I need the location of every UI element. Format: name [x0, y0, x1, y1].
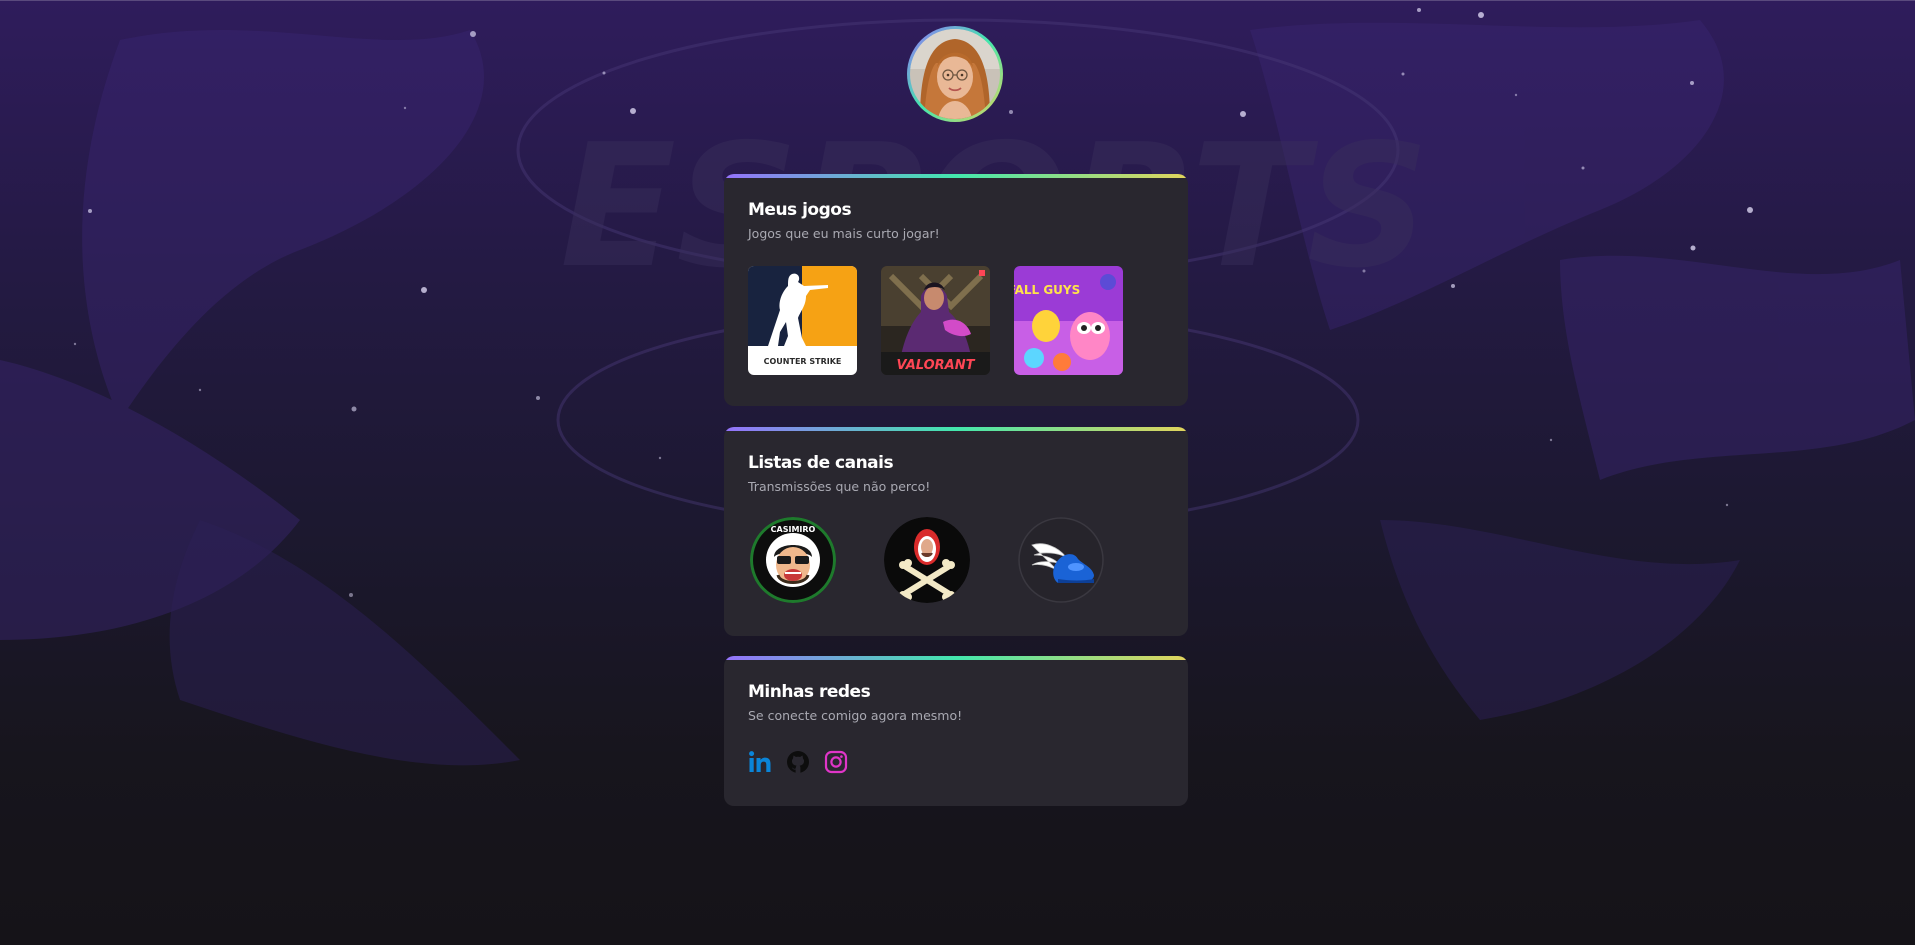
games-list: COUNTER STRIKE VALORANT FALL GUYS — [748, 266, 1164, 375]
counter-strike-logo-icon[interactable]: COUNTER STRIKE — [748, 266, 857, 375]
channels-subtitle: Transmissões que não perco! — [748, 479, 931, 494]
games-subtitle: Jogos que eu mais curto jogar! — [748, 226, 940, 241]
socials-subtitle: Se conecte comigo agora mesmo! — [748, 708, 963, 723]
socials-card: Minhas redes Se conecte comigo agora mes… — [724, 656, 1188, 806]
profile-photo-icon — [910, 29, 1000, 119]
socials-title: Minhas redes — [748, 682, 871, 702]
fall-guys-logo-text: FALL GUYS — [1014, 283, 1080, 297]
games-title: Meus jogos — [748, 200, 852, 220]
channels-list: CASIMIRO — [748, 517, 1164, 603]
valorant-cover-icon[interactable]: VALORANT — [881, 266, 990, 375]
profile-avatar — [907, 26, 1003, 122]
instagram-icon[interactable] — [824, 750, 848, 774]
games-card: Meus jogos Jogos que eu mais curto jogar… — [724, 174, 1188, 406]
winged-shoe-logo-icon[interactable] — [1018, 517, 1104, 603]
valorant-logo-text: VALORANT — [897, 358, 976, 373]
casimiro-logo-text: CASIMIRO — [771, 525, 816, 534]
linkedin-icon[interactable] — [748, 750, 772, 774]
fall-guys-cover-icon[interactable]: FALL GUYS — [1014, 266, 1123, 375]
casimiro-logo-icon[interactable]: CASIMIRO — [750, 517, 836, 603]
skull-crossbones-logo-icon[interactable] — [884, 517, 970, 603]
github-icon[interactable] — [786, 750, 810, 774]
channels-card: Listas de canais Transmissões que não pe… — [724, 427, 1188, 636]
channels-title: Listas de canais — [748, 453, 894, 473]
counter-strike-logo-text: COUNTER STRIKE — [764, 357, 842, 366]
socials-list — [748, 750, 1164, 774]
